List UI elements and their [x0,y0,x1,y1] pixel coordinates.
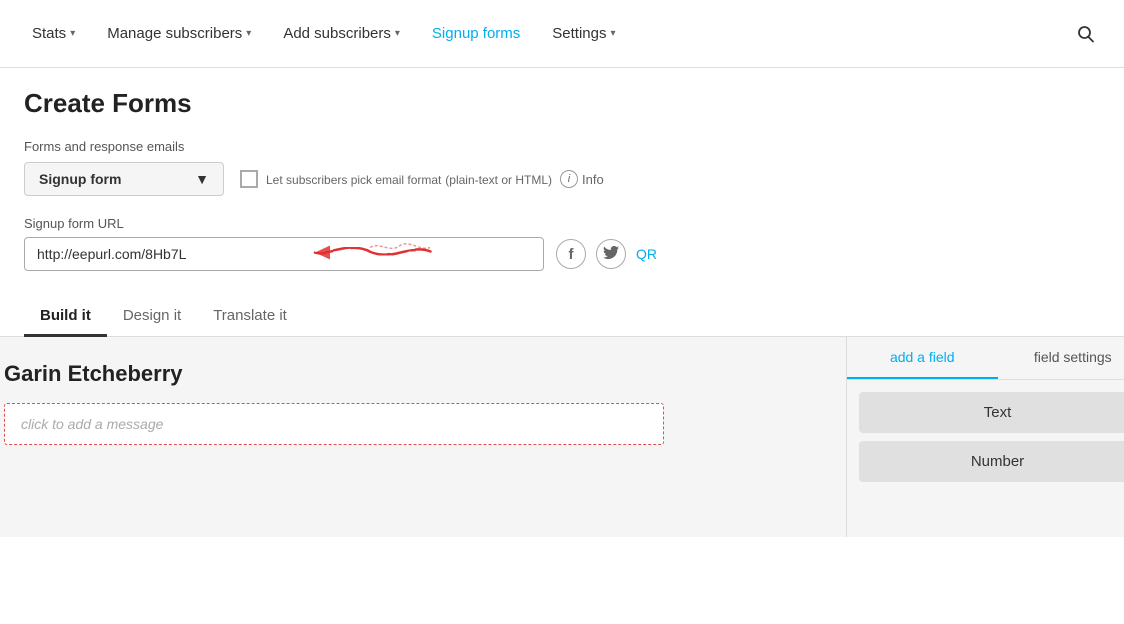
forms-controls-row: Signup form ▼ Let subscribers pick email… [24,162,1100,196]
info-icon: i [560,170,578,188]
text-field-button[interactable]: Text [859,392,1124,433]
social-icons: f QR [556,239,657,269]
top-navigation: Stats ▾ Manage subscribers ▾ Add subscri… [0,0,1124,68]
message-placeholder[interactable]: click to add a message [4,403,664,445]
forms-dropdown-chevron: ▼ [195,171,209,187]
tab-build-it[interactable]: Build it [24,295,107,336]
email-format-label: Let subscribers pick email format (plain… [266,171,552,187]
forms-dropdown[interactable]: Signup form ▼ [24,162,224,196]
nav-settings-chevron: ▾ [611,28,616,39]
url-row: f QR [24,237,1100,271]
checkbox-main-text: Let subscribers pick email format [266,173,441,187]
message-placeholder-text: click to add a message [21,416,163,432]
form-preview: Garin Etcheberry click to add a message [0,337,846,537]
email-format-checkbox-row: Let subscribers pick email format (plain… [240,170,604,188]
nav-manage-subscribers-label: Manage subscribers [107,25,242,42]
twitter-share-button[interactable] [596,239,626,269]
url-input-wrapper [24,237,544,271]
tab-translate-it[interactable]: Translate it [197,295,303,336]
field-buttons: Text Number [847,380,1124,494]
forms-dropdown-value: Signup form [39,171,121,187]
search-icon [1076,24,1096,44]
form-tabs: Build it Design it Translate it [0,295,1124,337]
tab-design-it[interactable]: Design it [107,295,197,336]
email-format-checkbox[interactable] [240,170,258,188]
right-tab-add-field[interactable]: add a field [847,337,998,379]
info-label: Info [582,172,604,187]
number-field-label: Number [971,453,1024,470]
right-tab-field-settings[interactable]: field settings [998,337,1124,379]
checkbox-sub-text: (plain-text or HTML) [445,173,552,187]
text-field-label: Text [984,404,1012,421]
page-title: Create Forms [24,88,1100,119]
tab-build-it-label: Build it [40,307,91,324]
nav-stats-chevron: ▾ [70,28,75,39]
right-tab-field-settings-label: field settings [1034,349,1112,365]
page-content: Create Forms Forms and response emails S… [0,68,1124,337]
number-field-button[interactable]: Number [859,441,1124,482]
facebook-share-button[interactable]: f [556,239,586,269]
url-label: Signup form URL [24,216,1100,231]
nav-signup-forms[interactable]: Signup forms [420,17,532,50]
facebook-icon: f [569,246,574,263]
right-panel: add a field field settings Text Number [846,337,1124,537]
url-section: Signup form URL [24,216,1100,271]
info-button[interactable]: i Info [560,170,604,188]
qr-button[interactable]: QR [636,246,657,262]
nav-stats-label: Stats [32,25,66,42]
nav-signup-forms-label: Signup forms [432,25,520,42]
right-panel-tabs: add a field field settings [847,337,1124,380]
forms-section-label: Forms and response emails [24,139,1100,154]
tab-translate-it-label: Translate it [213,307,287,324]
nav-add-subscribers-chevron: ▾ [395,28,400,39]
form-preview-title: Garin Etcheberry [4,361,818,387]
search-button[interactable] [1068,16,1104,52]
nav-manage-subscribers[interactable]: Manage subscribers ▾ [95,17,263,50]
twitter-icon [603,246,619,262]
right-tab-add-field-label: add a field [890,349,955,365]
url-input[interactable] [24,237,544,271]
main-area: Garin Etcheberry click to add a message … [0,337,1124,537]
tab-design-it-label: Design it [123,307,181,324]
nav-manage-subscribers-chevron: ▾ [246,28,251,39]
nav-add-subscribers-label: Add subscribers [283,25,391,42]
nav-settings[interactable]: Settings ▾ [540,17,627,50]
nav-stats[interactable]: Stats ▾ [20,17,87,50]
nav-add-subscribers[interactable]: Add subscribers ▾ [271,17,412,50]
nav-settings-label: Settings [552,25,606,42]
